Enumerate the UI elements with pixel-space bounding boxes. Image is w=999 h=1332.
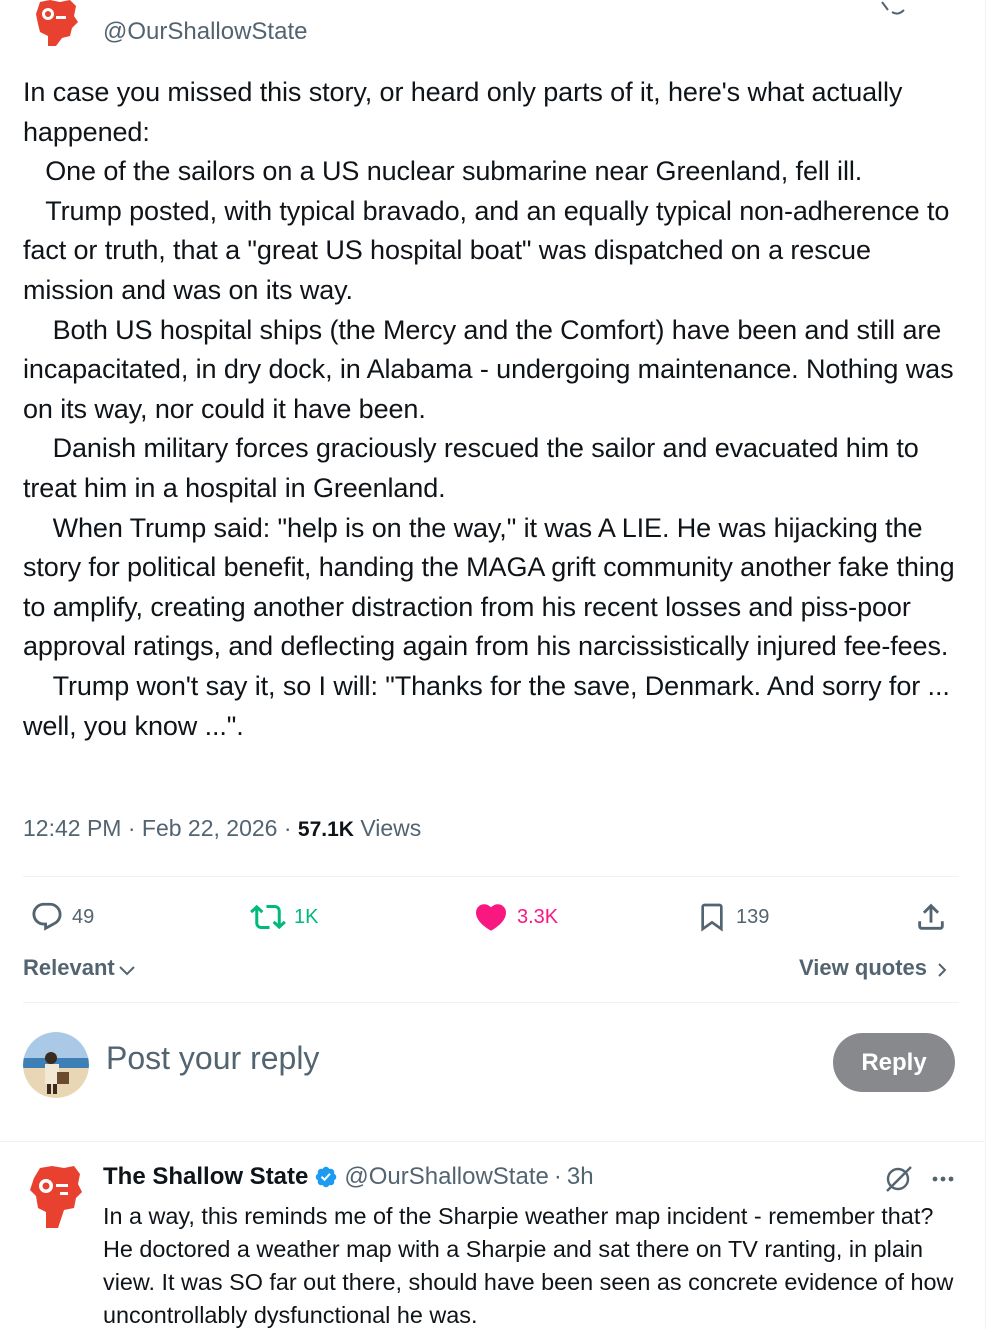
sort-label: Relevant: [23, 955, 115, 980]
reply-count: 49: [72, 905, 95, 928]
tweet-paragraph: One of the sailors on a US nuclear subma…: [23, 156, 863, 187]
bookmark-action-button[interactable]: 139: [696, 898, 769, 936]
author-avatar[interactable]: [26, 0, 82, 48]
divider: [23, 1002, 959, 1003]
reply-author-name[interactable]: The Shallow State: [103, 1163, 308, 1191]
tweet-paragraph: When Trump said: "help is on the way," i…: [23, 512, 962, 662]
chevron-right-icon: [938, 962, 947, 977]
reply-time[interactable]: 3h: [567, 1163, 594, 1191]
user-avatar[interactable]: [23, 1032, 89, 1098]
heart-icon: [475, 904, 507, 931]
tweet-paragraph: Trump won't say it, so I will: "Thanks f…: [23, 670, 958, 741]
reply-author-avatar[interactable]: [26, 1160, 84, 1230]
tweet-paragraph: Trump posted, with typical bravado, and …: [23, 195, 957, 305]
author-handle[interactable]: @OurShallowState: [103, 18, 307, 46]
tweet-paragraph: In case you missed this story, or heard …: [23, 77, 910, 147]
tweet-paragraph: Danish military forces graciously rescue…: [23, 433, 927, 503]
reply-author-handle[interactable]: @OurShallowState: [344, 1163, 548, 1191]
share-action-button[interactable]: [914, 898, 948, 936]
grok-icon[interactable]: [883, 1163, 915, 1195]
tweet-meta: 12:42 PM · Feb 22, 2026 · 57.1K Views: [23, 815, 422, 841]
grok-icon[interactable]: [878, 0, 908, 20]
like-count: 3.3K: [517, 905, 559, 928]
reply-text: In a way, this reminds me of the Sharpie…: [103, 1203, 954, 1328]
views-label: Views: [360, 815, 422, 841]
more-icon[interactable]: [930, 1165, 958, 1193]
view-quotes-label: View quotes: [799, 955, 927, 980]
sort-relevant-button[interactable]: Relevant: [23, 955, 137, 981]
views-count: 57.1K: [297, 818, 354, 841]
reply-header: The Shallow State @OurShallowState · 3h: [103, 1163, 594, 1191]
view-quotes-link[interactable]: View quotes: [799, 955, 951, 981]
repost-count: 1K: [294, 905, 319, 928]
reply-button[interactable]: Reply: [833, 1033, 955, 1092]
repost-icon: [250, 904, 286, 930]
reply-input[interactable]: Post your reply: [106, 1040, 319, 1077]
bookmark-icon: [701, 903, 723, 932]
divider: [23, 876, 959, 877]
tweet-time[interactable]: 12:42 PM: [23, 815, 121, 841]
reply-icon: [32, 902, 62, 931]
reply-separator: ·: [553, 1163, 562, 1190]
reply-action-button[interactable]: 49: [30, 898, 94, 936]
chevron-down-icon: [119, 966, 135, 976]
like-action-button[interactable]: 3.3K: [473, 898, 558, 936]
verified-badge-icon: [316, 1166, 337, 1188]
repost-action-button[interactable]: 1K: [250, 898, 318, 936]
bookmark-count: 139: [736, 905, 770, 928]
tweet-text: In case you missed this story, or heard …: [23, 73, 963, 746]
tweet-paragraph: Both US hospital ships (the Mercy and th…: [23, 314, 961, 424]
share-icon: [918, 903, 944, 930]
tweet-date[interactable]: Feb 22, 2026: [142, 815, 278, 841]
divider: [0, 1141, 985, 1142]
post-detail-page: @OurShallowState In case you missed this…: [0, 0, 986, 1329]
